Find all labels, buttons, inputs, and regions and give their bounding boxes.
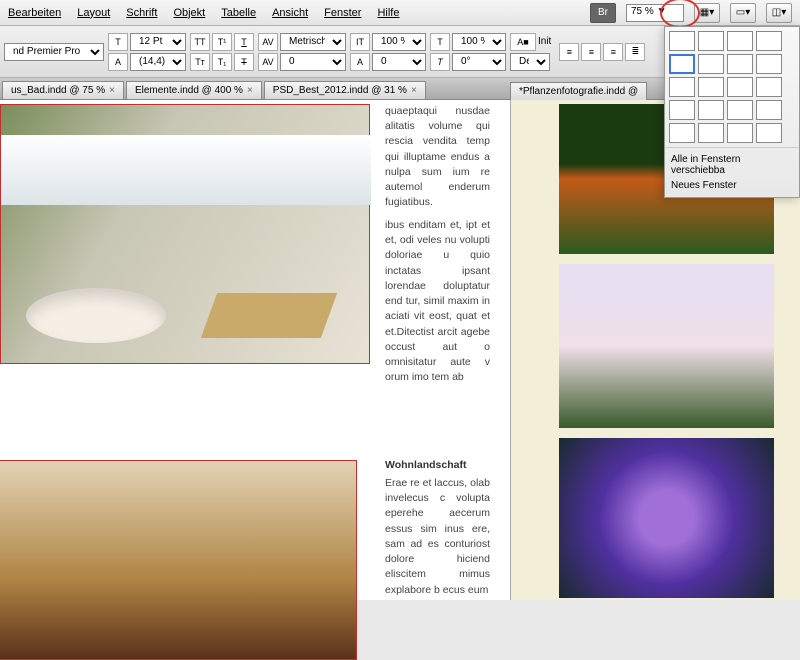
- font-size-icon: T: [108, 33, 128, 51]
- hscale-select[interactable]: 100 %: [452, 33, 506, 51]
- image-flower-2[interactable]: [559, 264, 774, 428]
- menu-bearbeiten[interactable]: Bearbeiten: [8, 7, 61, 19]
- layout-6d-icon[interactable]: [756, 123, 782, 143]
- layout-4d-icon[interactable]: [756, 77, 782, 97]
- image-livingroom[interactable]: [0, 460, 357, 660]
- subscript-icon[interactable]: T₁: [212, 53, 232, 71]
- layout-6a-icon[interactable]: [669, 123, 695, 143]
- align-center-icon[interactable]: ≡: [581, 43, 601, 61]
- layout-3v-icon[interactable]: [756, 54, 782, 74]
- layout-5a-icon[interactable]: [669, 100, 695, 120]
- layout-4b-icon[interactable]: [698, 77, 724, 97]
- image-flower-3[interactable]: [559, 438, 774, 598]
- menu-layout[interactable]: Layout: [77, 7, 110, 19]
- layout-2h-icon[interactable]: [669, 54, 695, 74]
- smallcaps-icon[interactable]: Tᴛ: [190, 53, 210, 71]
- align-left-icon[interactable]: ≡: [559, 43, 579, 61]
- main-menubar: Bearbeiten Layout Schrift Objekt Tabelle…: [0, 0, 800, 26]
- underline-icon[interactable]: T: [234, 33, 254, 51]
- layout-2v-icon[interactable]: [698, 54, 724, 74]
- vscale-icon: IT: [350, 33, 370, 51]
- hscale-icon: T: [430, 33, 450, 51]
- layout-2up-icon[interactable]: [698, 31, 724, 51]
- track-icon: AV: [258, 53, 278, 71]
- vscale-select[interactable]: 100 %: [372, 33, 426, 51]
- layout-5b-icon[interactable]: [698, 100, 724, 120]
- menu-hilfe[interactable]: Hilfe: [377, 7, 399, 19]
- bathtub-graphic: [26, 288, 166, 343]
- menu-ansicht[interactable]: Ansicht: [272, 7, 308, 19]
- view-mode-icon[interactable]: ▦▾: [694, 3, 720, 23]
- screen-mode-icon[interactable]: ▭▾: [730, 3, 756, 23]
- zoom-level[interactable]: 75 % ▼: [626, 4, 684, 22]
- allcaps-icon[interactable]: TT: [190, 33, 210, 51]
- initial-label: Init: [538, 36, 551, 47]
- window-graphic: [1, 135, 371, 205]
- layout-3h-icon[interactable]: [727, 54, 753, 74]
- layout-1up-icon[interactable]: [669, 31, 695, 51]
- body-text-3[interactable]: Erae re et laccus, olab invelecus c volu…: [385, 476, 490, 598]
- fill-color-icon[interactable]: A■: [510, 33, 536, 51]
- tab-psd-best[interactable]: PSD_Best_2012.indd @ 31 %×: [264, 81, 426, 99]
- align-justify-icon[interactable]: ≣: [625, 43, 645, 61]
- kerning-select[interactable]: Metrisch: [280, 33, 346, 51]
- leading-icon: A: [108, 53, 128, 71]
- body-text-2[interactable]: ibus enditam et, ipt et et, odi veles nu…: [385, 218, 490, 385]
- layout-6b-icon[interactable]: [698, 123, 724, 143]
- strikethrough-icon[interactable]: T: [234, 53, 254, 71]
- tab-bad[interactable]: us_Bad.indd @ 75 %×: [2, 81, 124, 99]
- option-float-all[interactable]: Alle in Fenstern verschiebba: [671, 152, 793, 178]
- layout-6c-icon[interactable]: [727, 123, 753, 143]
- font-size-select[interactable]: 12 Pt: [130, 33, 186, 51]
- arrange-documents-icon[interactable]: ◫▾: [766, 3, 792, 23]
- align-right-icon[interactable]: ≡: [603, 43, 623, 61]
- arrange-documents-panel: Alle in Fenstern verschiebba Neues Fenst…: [664, 26, 800, 198]
- layout-5c-icon[interactable]: [727, 100, 753, 120]
- layout-4c-icon[interactable]: [727, 77, 753, 97]
- heading-wohn[interactable]: Wohnlandschaft: [385, 458, 490, 473]
- image-bathroom[interactable]: [0, 104, 370, 364]
- menu-tabelle[interactable]: Tabelle: [221, 7, 256, 19]
- skew-icon: T: [430, 53, 450, 71]
- superscript-icon[interactable]: T¹: [212, 33, 232, 51]
- language-select[interactable]: Deu: [510, 53, 550, 71]
- menu-schrift[interactable]: Schrift: [126, 7, 157, 19]
- leading-select[interactable]: (14,4) Pt: [130, 53, 186, 71]
- document-left[interactable]: quaeptaqui nusdae alitatis volume qui re…: [0, 100, 510, 600]
- layout-3up-icon[interactable]: [727, 31, 753, 51]
- tab-elemente[interactable]: Elemente.indd @ 400 %×: [126, 81, 262, 99]
- tab-pflanzen[interactable]: *Pflanzenfotografie.indd @: [510, 82, 647, 100]
- bridge-icon[interactable]: Br: [590, 3, 616, 23]
- kern-icon: AV: [258, 33, 278, 51]
- rug-graphic: [201, 293, 337, 338]
- close-icon[interactable]: ×: [247, 85, 253, 96]
- baseline-icon: A: [350, 53, 370, 71]
- body-text-1[interactable]: quaeptaqui nusdae alitatis volume qui re…: [385, 104, 490, 211]
- skew-select[interactable]: 0°: [452, 53, 506, 71]
- menu-fenster[interactable]: Fenster: [324, 7, 361, 19]
- menu-objekt[interactable]: Objekt: [173, 7, 205, 19]
- option-new-window[interactable]: Neues Fenster: [671, 178, 793, 193]
- layout-4a-icon[interactable]: [669, 77, 695, 97]
- layout-4up-icon[interactable]: [756, 31, 782, 51]
- close-icon[interactable]: ×: [109, 85, 115, 96]
- tracking-select[interactable]: 0: [280, 53, 346, 71]
- baseline-select[interactable]: 0: [372, 53, 426, 71]
- layout-5d-icon[interactable]: [756, 100, 782, 120]
- font-select[interactable]: nd Premier Pro: [4, 43, 104, 61]
- close-icon[interactable]: ×: [411, 85, 417, 96]
